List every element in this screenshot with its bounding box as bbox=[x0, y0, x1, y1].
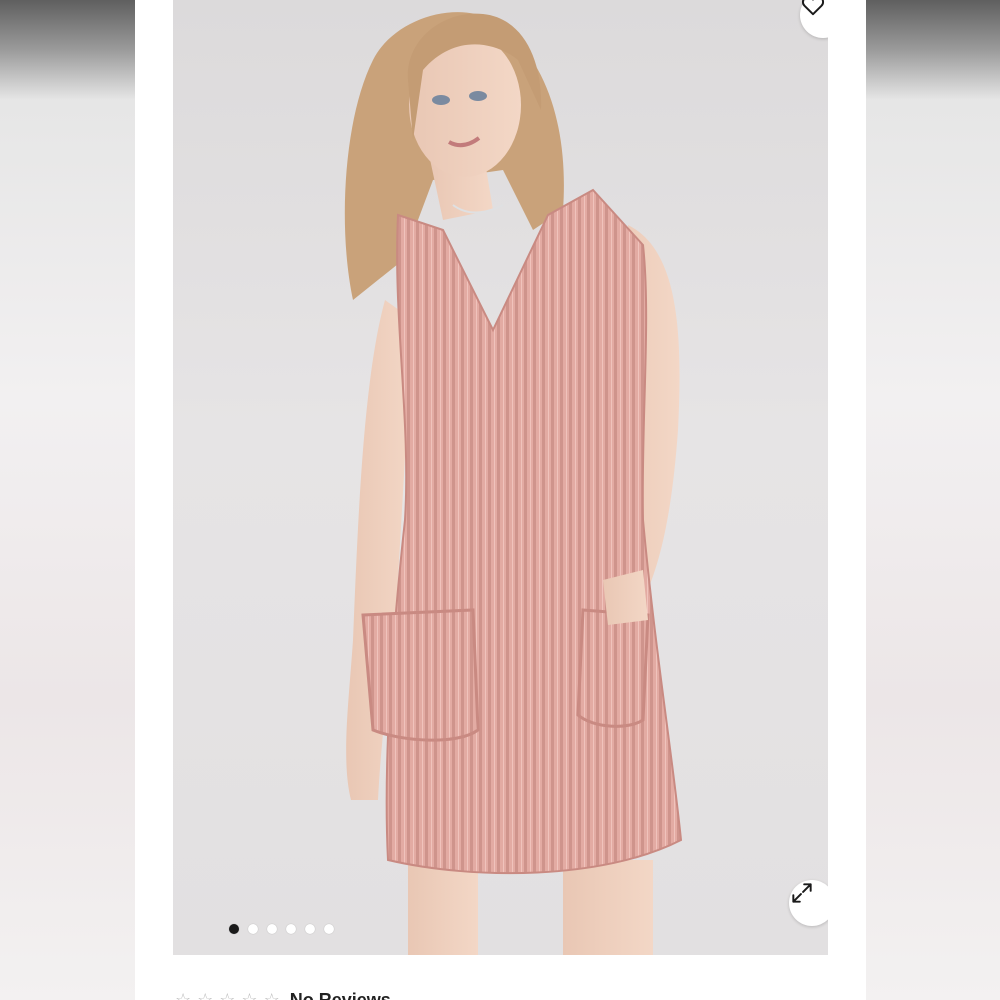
rating-row: ☆ ☆ ☆ ☆ ☆ No Reviews bbox=[175, 990, 391, 1000]
star-icon: ☆ bbox=[263, 990, 280, 1000]
product-image[interactable] bbox=[173, 0, 828, 955]
carousel-dot-1[interactable] bbox=[229, 924, 239, 934]
carousel-dot-5[interactable] bbox=[305, 924, 315, 934]
background-left bbox=[0, 0, 135, 1000]
image-carousel-dots bbox=[229, 924, 334, 934]
carousel-dot-2[interactable] bbox=[248, 924, 258, 934]
carousel-dot-6[interactable] bbox=[324, 924, 334, 934]
carousel-dot-3[interactable] bbox=[267, 924, 277, 934]
product-photo-illustration bbox=[344, 12, 683, 955]
star-icon: ☆ bbox=[219, 990, 236, 1000]
star-icon: ☆ bbox=[175, 990, 192, 1000]
carousel-dot-4[interactable] bbox=[286, 924, 296, 934]
background-right bbox=[866, 0, 1000, 1000]
reviews-link[interactable]: No Reviews bbox=[290, 990, 391, 1000]
product-card: ☆ ☆ ☆ ☆ ☆ No Reviews bbox=[135, 0, 866, 1000]
star-icon: ☆ bbox=[197, 990, 214, 1000]
star-icon: ☆ bbox=[241, 990, 258, 1000]
rating-stars: ☆ ☆ ☆ ☆ ☆ bbox=[175, 990, 280, 1000]
expand-image-button[interactable] bbox=[789, 880, 828, 926]
